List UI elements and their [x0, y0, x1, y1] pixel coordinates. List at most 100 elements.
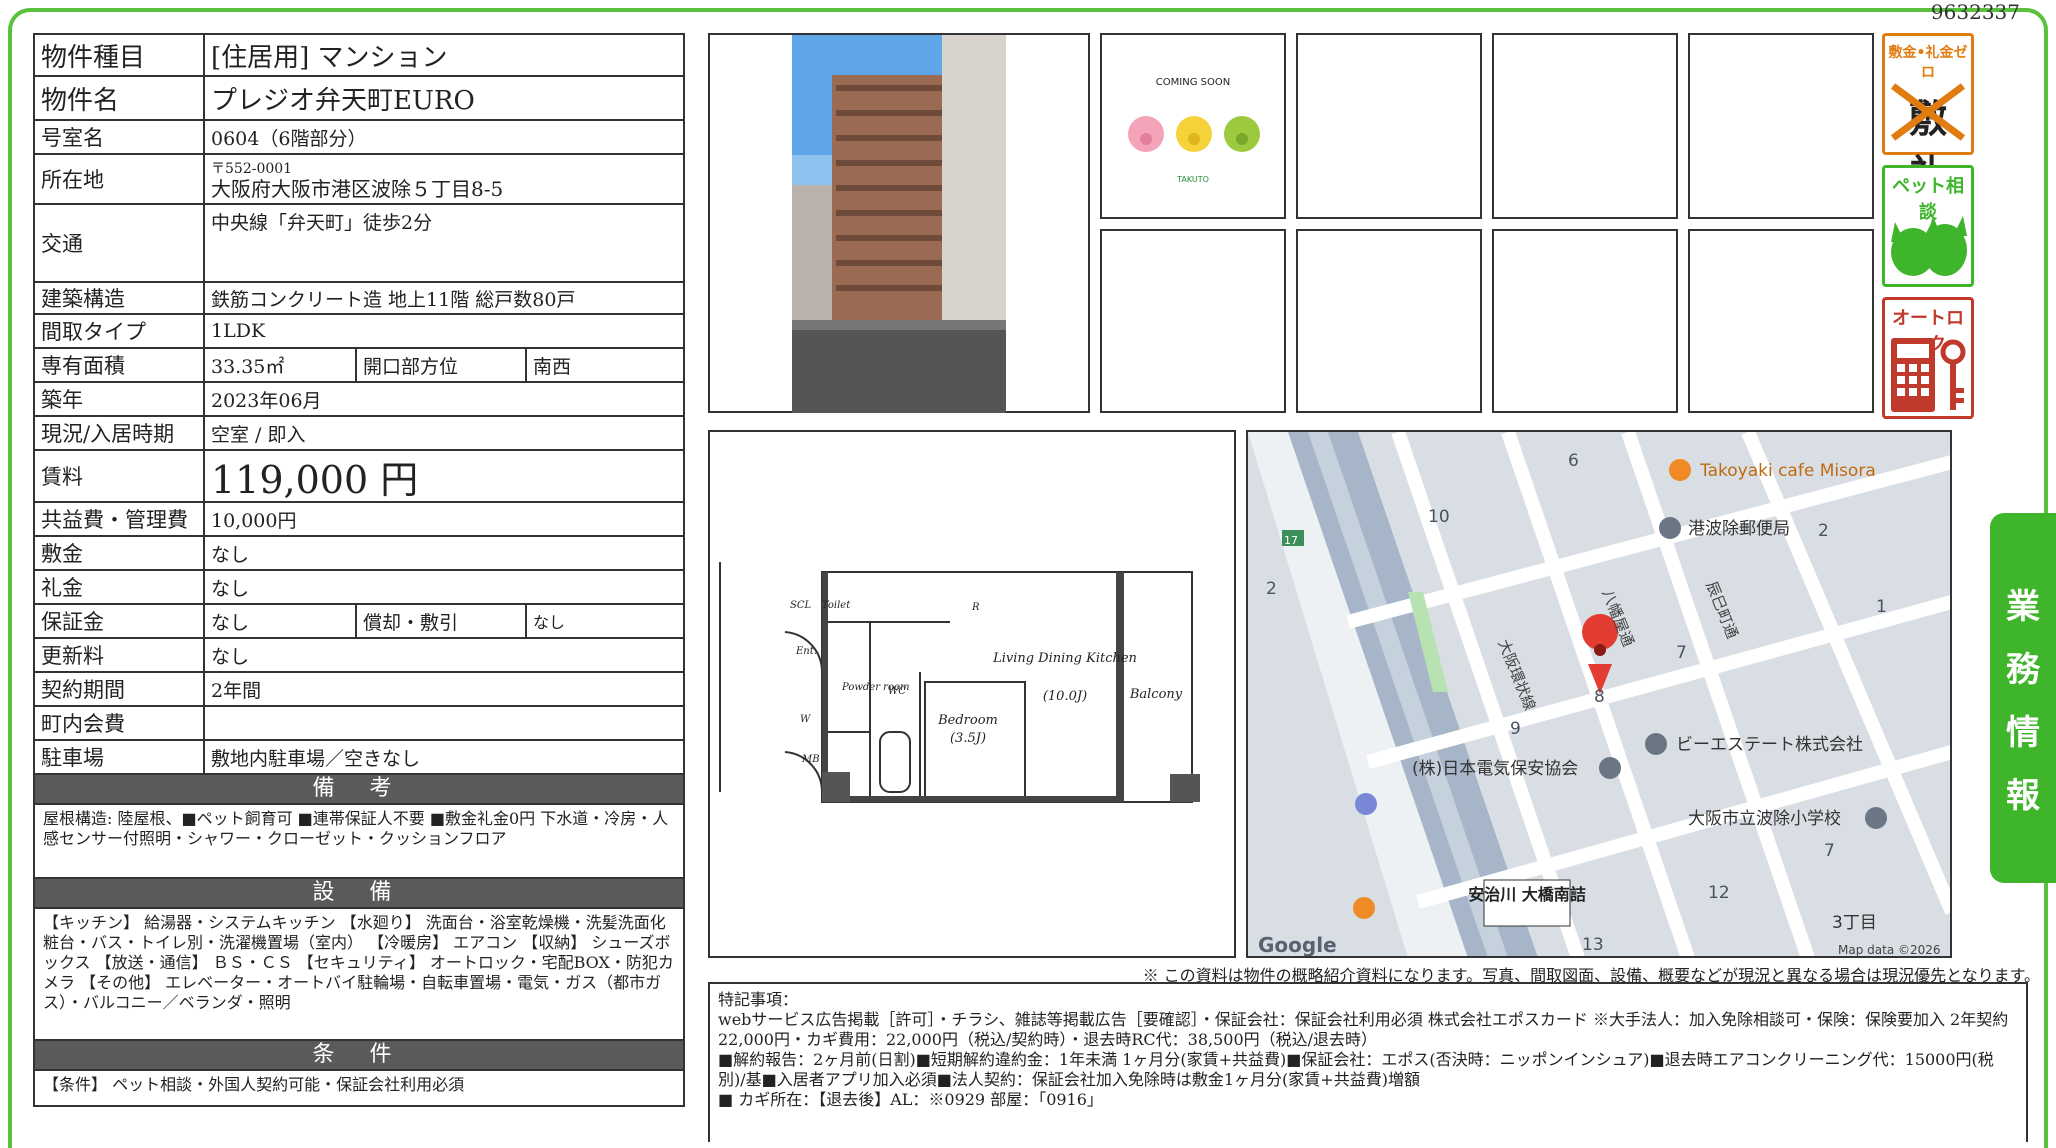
value-keiyaku: 2年間 — [211, 679, 262, 702]
label-status: 現況/入居時期 — [35, 417, 205, 449]
value-chonai — [205, 707, 683, 739]
row-room: 号室名 0604（6階部分） — [33, 121, 685, 155]
label-keiyaku: 契約期間 — [35, 673, 205, 705]
property-table: 物件種目 [住居用] マンション 物件名 プレジオ弁天町EURO 号室名 0604（6… — [33, 33, 685, 1107]
gyomu-char: 務 — [2006, 650, 2040, 690]
gyomu-char: 業 — [2006, 587, 2040, 627]
label-area: 専有面積 — [35, 349, 205, 381]
label-reikin: 礼金 — [35, 571, 205, 603]
row-reikin: 礼金 なし — [33, 571, 685, 605]
fp-balcony: Balcony — [1129, 687, 1183, 702]
map-data-credit: Map data ©2026 — [1838, 943, 1941, 957]
value-parking: 敷地内駐車場／空きなし — [211, 747, 421, 770]
thumb-3 — [1492, 33, 1678, 219]
building-photo-frame — [708, 33, 1090, 413]
gyomu-joho-tab[interactable]: 業 務 情 報 — [1990, 513, 2056, 883]
value-built: 2023年06月 — [211, 389, 322, 412]
biko-text: 屋根構造: 陸屋根、■ペット飼育可 ■連帯保証人不要 ■敷金礼金0円 下水道・冷… — [33, 805, 685, 879]
map-school: 大阪市立波除小学校 — [1688, 809, 1841, 829]
label-built: 築年 — [35, 383, 205, 415]
value-direction: 南西 — [533, 355, 572, 378]
label-rent: 賃料 — [35, 451, 205, 501]
label-name: 物件名 — [35, 77, 205, 119]
fp-w: W — [800, 714, 811, 725]
badge-pet: ペット相談 — [1882, 165, 1974, 287]
row-type: 物件種目 [住居用] マンション — [33, 33, 685, 77]
biko-header: 備 考 — [33, 775, 685, 805]
fp-wc: WC — [888, 686, 906, 697]
map-num: 2 — [1818, 521, 1829, 541]
map-num: 8 — [1594, 687, 1605, 707]
row-area: 専有面積 33.35㎡ 開口部方位 南西 — [33, 349, 685, 383]
thumb-4 — [1688, 33, 1874, 219]
special-notes-line-3: ■ カギ所在：【退去後】AL：※0929 部屋：「0916」 — [718, 1090, 1103, 1109]
value-hosho: なし — [205, 605, 357, 637]
label-chonai: 町内会費 — [35, 707, 205, 739]
setsubi-text: 【キッチン】 給湯器・システムキッチン 【水廻り】 洗面台・浴室乾燥機・洗髪洗面… — [33, 909, 685, 1041]
map-num: 7 — [1676, 643, 1687, 663]
map-chome: 3丁目 — [1832, 913, 1877, 933]
thumb-7 — [1492, 229, 1678, 413]
map-takoyaki: Takoyaki cafe Misora — [1699, 461, 1876, 481]
value-rent: 119,000 円 — [211, 457, 419, 502]
gyomu-char: 報 — [2006, 776, 2040, 816]
row-shikikin: 敷金 なし — [33, 537, 685, 571]
special-notes: 特記事項： webサービス広告掲載［許可］・チラシ、雑誌等掲載広告［要確認］・保… — [708, 982, 2028, 1142]
special-notes-title: 特記事項： — [718, 990, 799, 1009]
value-address: 大阪府大阪市港区波除５丁目8-5 — [211, 177, 504, 201]
value-status: 空室 / 即入 — [211, 423, 306, 446]
pet-silhouette-icon — [1891, 216, 1967, 276]
fp-r: R — [971, 602, 980, 613]
map-num: 6 — [1568, 451, 1579, 471]
label-type: 物件種目 — [35, 35, 205, 75]
map-num: 10 — [1428, 507, 1450, 527]
fp-bedroom-size: (3.5J) — [950, 731, 986, 746]
value-structure: 鉄筋コンクリート造 地上11階 総戸数80戸 — [211, 288, 576, 311]
map-num: 1 — [1876, 597, 1887, 617]
row-parking: 駐車場 敷地内駐車場／空きなし — [33, 741, 685, 775]
row-address: 所在地 〒552-0001 大阪府大阪市港区波除５丁目8-5 — [33, 155, 685, 205]
map-route: 17 — [1284, 534, 1298, 547]
map[interactable]: 6 10 2 2 1 7 8 9 7 12 13 17 Takoyaki caf… — [1246, 430, 1952, 958]
label-hosho: 保証金 — [35, 605, 205, 637]
map-canvas: 6 10 2 2 1 7 8 9 7 12 13 17 Takoyaki caf… — [1248, 432, 1950, 957]
label-room: 号室名 — [35, 121, 205, 153]
label-shikikin: 敷金 — [35, 537, 205, 569]
badge-no-deposit: 敷金•礼金ゼロ 敷 礼 — [1882, 33, 1974, 196]
thumb-6 — [1296, 229, 1482, 413]
label-access: 交通 — [35, 205, 205, 281]
row-status: 現況/入居時期 空室 / 即入 — [33, 417, 685, 451]
row-built: 築年 2023年06月 — [33, 383, 685, 417]
joken-header: 条 件 — [33, 1041, 685, 1071]
setsubi-header: 設 備 — [33, 879, 685, 909]
value-name: プレジオ弁天町EURO — [211, 85, 475, 116]
document-id: 9632337 — [1930, 0, 2020, 24]
row-layout: 間取タイプ 1LDK — [33, 315, 685, 349]
fp-toilet: Toilet — [822, 600, 851, 611]
row-fee: 共益費・管理費 10,000円 — [33, 503, 685, 537]
value-koshin: なし — [211, 645, 250, 668]
label-koshin: 更新料 — [35, 639, 205, 671]
label-layout: 間取タイプ — [35, 315, 205, 347]
zip-code: 〒552-0001 — [211, 161, 293, 177]
row-keiyaku: 契約期間 2年間 — [33, 673, 685, 707]
fp-ldk-size: (10.0J) — [1043, 689, 1087, 704]
value-reikin: なし — [211, 577, 250, 600]
label-shokyaku: 償却・敷引 — [357, 605, 527, 637]
value-shokyaku: なし — [533, 613, 566, 632]
coming-soon-thumb: COMING SOON TAKUTO — [1100, 33, 1286, 219]
takuto-logo: TAKUTO — [1177, 175, 1209, 184]
label-fee: 共益費・管理費 — [35, 503, 205, 535]
map-num: 12 — [1708, 883, 1730, 903]
value-room: 0604（6階部分） — [211, 127, 367, 150]
thumb-2 — [1296, 33, 1482, 219]
value-type: [住居用] マンション — [211, 42, 448, 73]
row-chonai: 町内会費 — [33, 707, 685, 741]
map-post-office: 港波除郵便局 — [1688, 519, 1790, 539]
map-be-estate: ビーエステート株式会社 — [1676, 735, 1863, 755]
cross-icon — [1890, 83, 1966, 141]
fp-ldk: Living Dining Kitchen — [992, 651, 1137, 666]
row-name: 物件名 プレジオ弁天町EURO — [33, 77, 685, 121]
keypad-key-icon — [1891, 338, 1966, 412]
value-shikikin: なし — [211, 543, 250, 566]
